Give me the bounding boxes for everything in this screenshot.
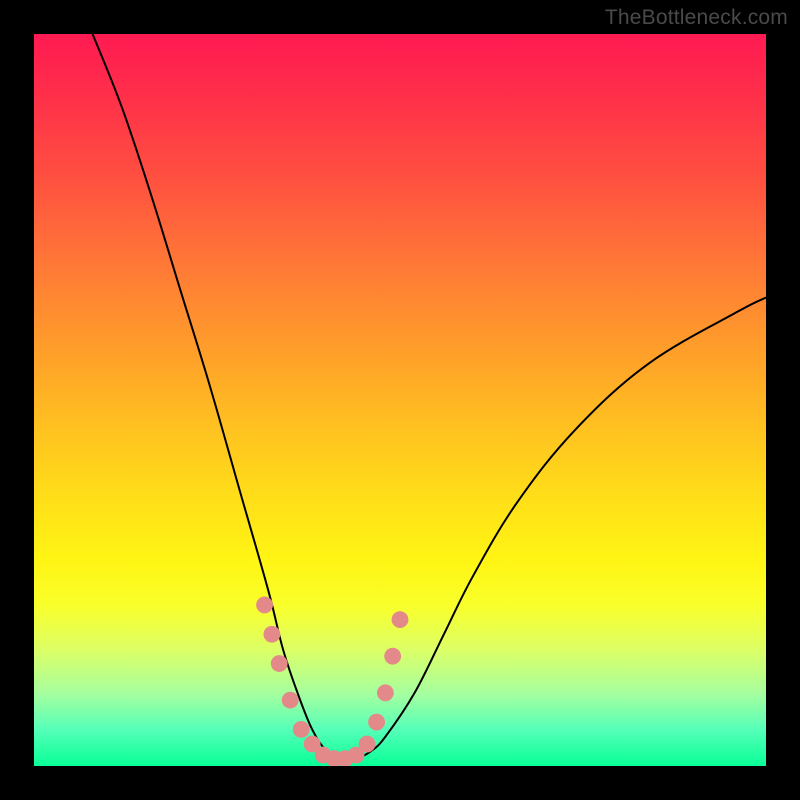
marker-dot [282, 692, 299, 709]
highlight-markers [256, 597, 408, 766]
marker-dot [293, 721, 310, 738]
marker-dot [384, 648, 401, 665]
marker-dot [368, 714, 385, 731]
chart-plot-area [34, 34, 766, 766]
marker-dot [271, 655, 288, 672]
marker-dot [359, 736, 376, 753]
chart-svg [34, 34, 766, 766]
marker-dot [377, 684, 394, 701]
marker-dot [392, 611, 409, 628]
watermark-text: TheBottleneck.com [605, 6, 788, 30]
marker-dot [263, 626, 280, 643]
bottleneck-curve [93, 34, 766, 760]
marker-dot [256, 597, 273, 614]
